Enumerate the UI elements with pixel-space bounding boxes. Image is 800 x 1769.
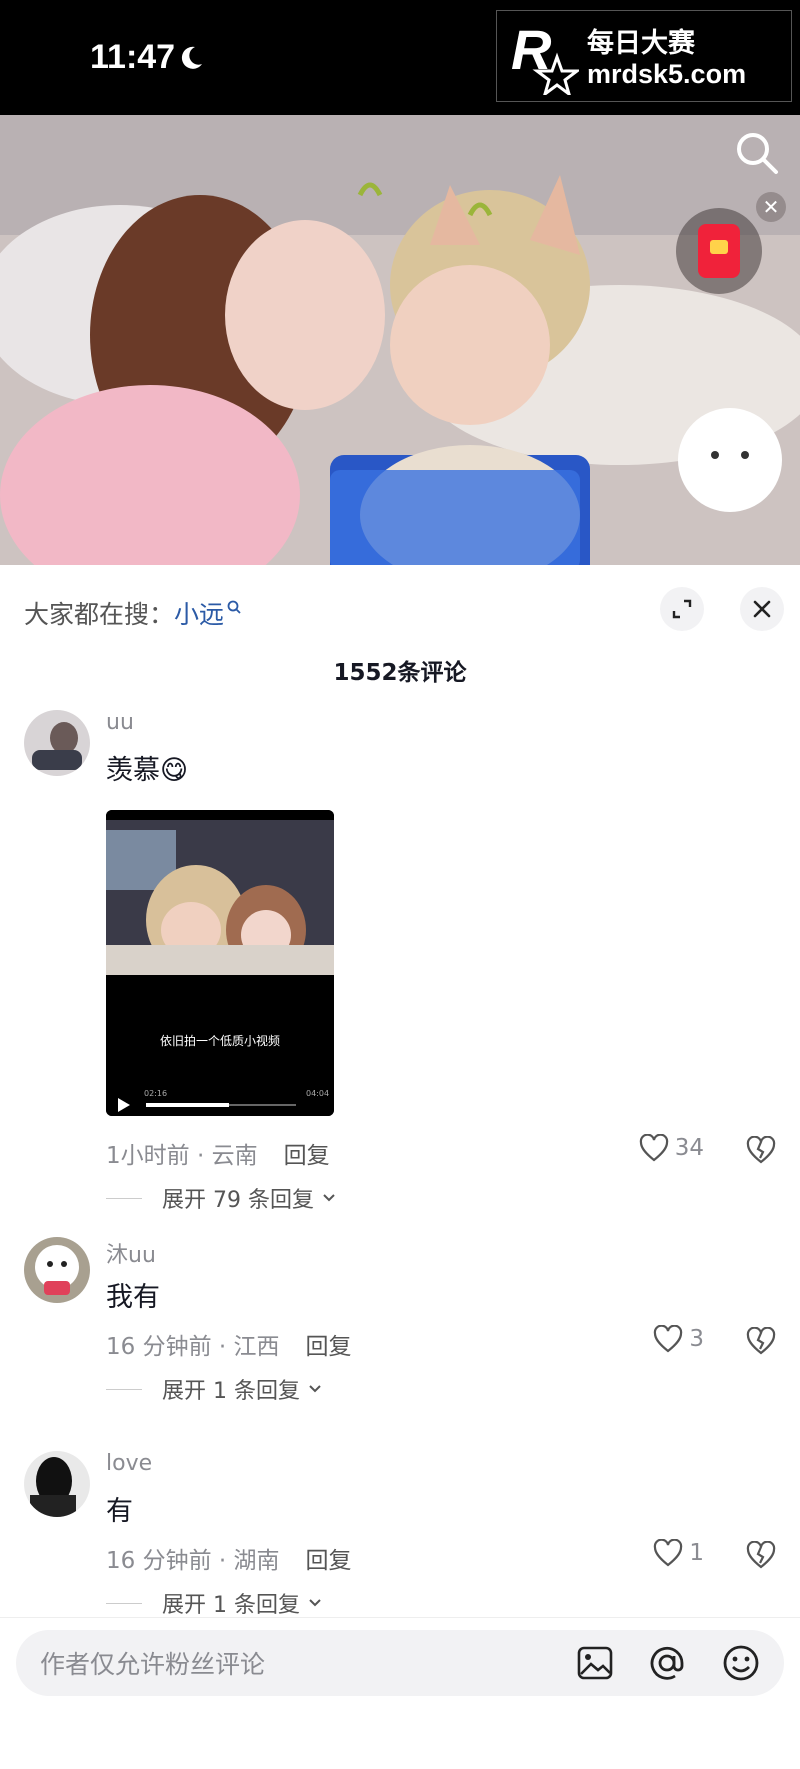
- comment-count: 1552条评论: [333, 660, 467, 686]
- comment-username[interactable]: uu: [106, 710, 134, 735]
- attachment-progress-bar[interactable]: [146, 1103, 296, 1107]
- close-comments-button[interactable]: [740, 587, 784, 631]
- emoji-icon[interactable]: [720, 1642, 762, 1684]
- expand-button[interactable]: [660, 587, 704, 631]
- expand-replies-label: 展开 1 条回复: [162, 1593, 300, 1618]
- comment-input-bar: [0, 1617, 800, 1769]
- comment-text: 有: [106, 1496, 133, 1527]
- expand-replies-button[interactable]: 展开 1 条回复: [106, 1587, 324, 1619]
- watermark-url: mrdsk5.com: [587, 59, 747, 89]
- comment-meta: 1小时前 · 云南 回复: [106, 1136, 330, 1170]
- comment-username[interactable]: 沐uu: [106, 1237, 156, 1269]
- comment-input-container: [16, 1630, 784, 1698]
- comment-text: 羡慕😋: [106, 748, 188, 787]
- comment-input[interactable]: [38, 1630, 562, 1698]
- comment-meta: 16 分钟前 · 江西 回复: [106, 1327, 352, 1361]
- chevron-down-icon: [323, 1194, 335, 1202]
- divider: [106, 1602, 142, 1604]
- watermark-title: 每日大赛: [587, 28, 695, 59]
- video-player[interactable]: ✕: [0, 115, 800, 565]
- suggestion-keyword[interactable]: 小远: [174, 600, 224, 629]
- like-count: 1: [689, 1540, 704, 1566]
- expand-replies-button[interactable]: 展开 79 条回复: [106, 1182, 338, 1214]
- attachment-duration: 04:04: [306, 1089, 330, 1098]
- comment-meta: 16 分钟前 · 湖南 回复: [106, 1541, 352, 1575]
- like-button[interactable]: 1: [653, 1539, 704, 1567]
- search-icon: [227, 600, 241, 614]
- comment-username[interactable]: love: [106, 1451, 152, 1476]
- search-suggestion[interactable]: 大家都在搜：小远: [24, 595, 242, 631]
- heart-icon: [654, 1539, 683, 1567]
- expand-icon: [672, 599, 692, 619]
- comment-video-attachment[interactable]: 依旧拍一个低质小视频 02:16 04:04: [106, 810, 334, 1116]
- suggestion-prefix: 大家都在搜：: [24, 600, 175, 629]
- comments-sheet: 大家都在搜：小远 1552条评论 uu 羡慕😋 依旧拍一个低质小视频 02:16…: [0, 565, 800, 1768]
- dislike-icon[interactable]: [746, 1541, 776, 1569]
- comment-time-location: 16 分钟前 · 江西: [106, 1334, 280, 1360]
- video-frame: [0, 115, 800, 565]
- like-button[interactable]: 34: [639, 1134, 704, 1162]
- attachment-caption: 依旧拍一个低质小视频: [159, 1034, 280, 1048]
- image-icon[interactable]: [574, 1642, 616, 1684]
- dislike-icon[interactable]: [746, 1327, 776, 1355]
- avatar[interactable]: [24, 710, 90, 776]
- reply-button[interactable]: 回复: [284, 1143, 330, 1169]
- avatar[interactable]: [24, 1237, 90, 1303]
- reply-button[interactable]: 回复: [306, 1334, 352, 1360]
- divider: [106, 1388, 142, 1390]
- status-bar: 11:47 R 每日大赛 mrdsk5.com: [0, 0, 800, 115]
- attachment-current-time: 02:16: [144, 1089, 168, 1098]
- like-count: 3: [689, 1326, 704, 1352]
- search-icon[interactable]: [732, 128, 782, 178]
- chevron-down-icon: [309, 1599, 321, 1607]
- comment-text-body: 羡慕: [106, 755, 160, 786]
- expand-replies-button[interactable]: 展开 1 条回复: [106, 1373, 324, 1405]
- status-time: 11:47: [90, 38, 176, 76]
- attachment-preview: [106, 810, 334, 1116]
- red-packet-button[interactable]: [676, 208, 762, 294]
- comment-time-location: 1小时前 · 云南: [106, 1143, 258, 1169]
- expand-replies-label: 展开 1 条回复: [162, 1379, 300, 1404]
- heart-icon: [654, 1325, 683, 1353]
- like-button[interactable]: 3: [653, 1325, 704, 1353]
- watermark-logo: R: [511, 18, 579, 95]
- comment-time-location: 16 分钟前 · 湖南: [106, 1548, 280, 1574]
- comment-text: 我有: [106, 1282, 160, 1313]
- avatar[interactable]: [24, 1451, 90, 1517]
- attachment-progress-fill: [146, 1103, 229, 1107]
- reply-button[interactable]: 回复: [306, 1548, 352, 1574]
- close-icon[interactable]: ✕: [756, 192, 786, 222]
- expand-replies-label: 展开 79 条回复: [162, 1188, 314, 1213]
- emoji-icon: 😋: [160, 755, 189, 786]
- heart-icon: [639, 1134, 668, 1162]
- like-count: 34: [674, 1135, 704, 1161]
- moon-icon: [181, 46, 202, 69]
- at-icon[interactable]: [646, 1642, 688, 1684]
- watermark: R 每日大赛 mrdsk5.com: [496, 10, 792, 102]
- red-packet-icon: [698, 224, 740, 278]
- dislike-icon[interactable]: [746, 1136, 776, 1164]
- divider: [106, 1197, 142, 1199]
- chevron-down-icon: [309, 1385, 321, 1393]
- close-icon: [753, 600, 771, 618]
